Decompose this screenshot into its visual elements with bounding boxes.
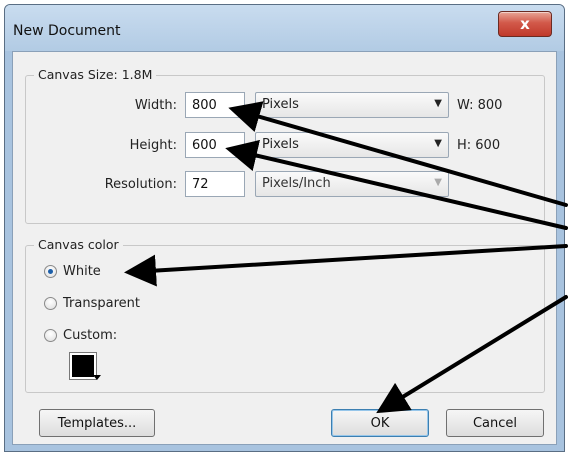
resolution-input[interactable]	[185, 171, 245, 197]
height-readout: H: 600	[457, 138, 501, 153]
resolution-unit-select[interactable]: Pixels/Inch ▼	[255, 171, 449, 197]
resolution-label: Resolution:	[104, 177, 177, 192]
radio-white-indicator[interactable]	[44, 265, 57, 278]
radio-white[interactable]: White	[44, 264, 101, 279]
canvas-size-group: Canvas Size: 1.8M Width: Pixels ▼ W: 800…	[25, 67, 545, 224]
canvas-color-group: Canvas color White Transparent Custom:	[25, 237, 545, 393]
resolution-unit-value: Pixels/Inch	[262, 176, 331, 191]
width-label: Width:	[134, 98, 177, 113]
chevron-down-icon: ▼	[434, 177, 442, 188]
cancel-button[interactable]: Cancel	[446, 409, 544, 437]
ok-button[interactable]: OK	[331, 409, 429, 437]
width-unit-select[interactable]: Pixels ▼	[255, 92, 449, 118]
dialog-body: Canvas Size: 1.8M Width: Pixels ▼ W: 800…	[12, 51, 557, 445]
canvas-color-label: Canvas color	[34, 237, 123, 252]
templates-button[interactable]: Templates...	[39, 409, 155, 437]
radio-custom[interactable]: Custom:	[44, 328, 117, 343]
close-icon: x	[520, 15, 530, 33]
canvas-size-label: Canvas Size: 1.8M	[34, 67, 157, 82]
height-unit-select[interactable]: Pixels ▼	[255, 132, 449, 158]
radio-transparent-indicator[interactable]	[44, 297, 57, 310]
radio-transparent[interactable]: Transparent	[44, 296, 140, 311]
height-unit-value: Pixels	[262, 137, 299, 152]
new-document-dialog: New Document x Canvas Size: 1.8M Width: …	[4, 4, 565, 452]
radio-transparent-label: Transparent	[63, 296, 140, 311]
title-bar[interactable]: New Document x	[5, 5, 564, 51]
height-label: Height:	[129, 138, 177, 153]
chevron-down-icon: ▼	[434, 138, 442, 149]
radio-white-label: White	[63, 264, 101, 279]
dialog-title: New Document	[13, 23, 121, 39]
radio-custom-indicator[interactable]	[44, 329, 57, 342]
chevron-down-icon: ▼	[434, 98, 442, 109]
width-input[interactable]	[185, 92, 245, 118]
radio-custom-label: Custom:	[63, 328, 118, 343]
width-unit-value: Pixels	[262, 97, 299, 112]
height-input[interactable]	[185, 132, 245, 158]
close-button[interactable]: x	[498, 11, 552, 37]
width-readout: W: 800	[457, 98, 503, 113]
triangle-down-icon	[93, 375, 101, 380]
